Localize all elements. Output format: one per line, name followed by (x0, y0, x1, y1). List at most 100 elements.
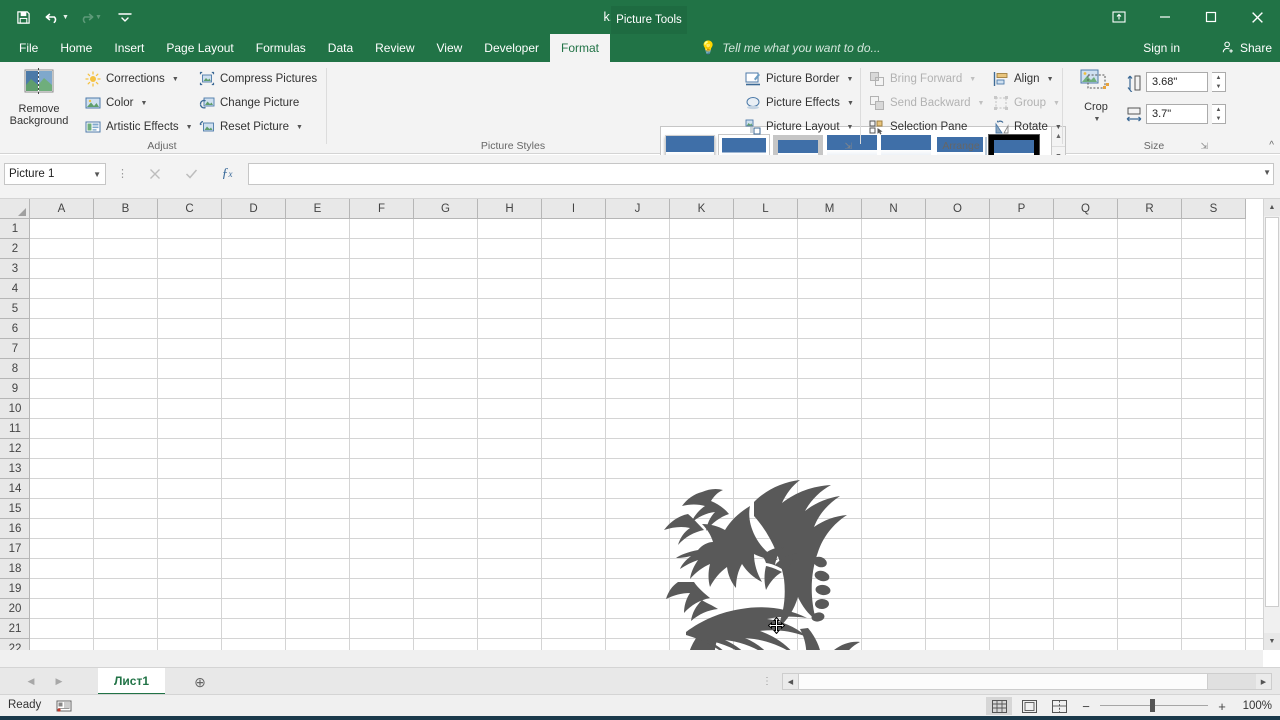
tab-review[interactable]: Review (364, 34, 425, 62)
tab-data[interactable]: Data (317, 34, 364, 62)
row-header-7[interactable]: 7 (0, 339, 30, 359)
maximize-icon[interactable] (1188, 0, 1234, 34)
tab-page-layout[interactable]: Page Layout (155, 34, 244, 62)
row-header-17[interactable]: 17 (0, 539, 30, 559)
shape-width-stepper[interactable]: ▲ ▼ (1212, 104, 1226, 124)
corrections-dropdown-caret-icon[interactable]: ▼ (172, 76, 179, 83)
save-icon[interactable] (8, 3, 38, 31)
shape-height-control[interactable]: 3.68" ▲ ▼ (1126, 72, 1226, 93)
column-header-I[interactable]: I (542, 199, 606, 219)
crop-button[interactable]: Crop ▼ (1072, 68, 1120, 126)
minimize-icon[interactable] (1142, 0, 1188, 34)
column-header-F[interactable]: F (350, 199, 414, 219)
row-header-2[interactable]: 2 (0, 239, 30, 259)
sign-in-button[interactable]: Sign in (1143, 34, 1180, 62)
column-header-D[interactable]: D (222, 199, 286, 219)
column-header-K[interactable]: K (670, 199, 734, 219)
formula-input[interactable] (248, 163, 1274, 185)
row-header-16[interactable]: 16 (0, 519, 30, 539)
expand-formula-bar-icon[interactable]: ▼ (1263, 168, 1271, 177)
shape-width-control[interactable]: 3.7" ▲ ▼ (1126, 104, 1226, 124)
shape-width-input[interactable]: 3.7" (1146, 104, 1208, 124)
sheet-tab-list1[interactable]: Лист1 (98, 668, 166, 695)
column-header-J[interactable]: J (606, 199, 670, 219)
picture-effects-dropdown-caret-icon[interactable]: ▼ (847, 100, 854, 107)
row-header-12[interactable]: 12 (0, 439, 30, 459)
row-header-18[interactable]: 18 (0, 559, 30, 579)
ribbon-display-options-icon[interactable] (1096, 0, 1142, 34)
formula-bar-grip[interactable]: ⋮ (117, 167, 128, 180)
artistic-effects-button[interactable]: Artistic Effects ▼ (82, 116, 196, 138)
horizontal-split-handle[interactable]: ⋮ (762, 676, 772, 687)
scroll-up-button[interactable]: ▲ (1264, 199, 1280, 216)
width-step-down-icon[interactable]: ▼ (1212, 114, 1225, 123)
zoom-slider[interactable] (1100, 697, 1208, 715)
change-picture-button[interactable]: Change Picture (196, 92, 302, 114)
column-header-O[interactable]: O (926, 199, 990, 219)
column-header-S[interactable]: S (1182, 199, 1246, 219)
column-header-G[interactable]: G (414, 199, 478, 219)
rotate-dropdown-caret-icon[interactable]: ▼ (1055, 124, 1062, 131)
column-header-P[interactable]: P (990, 199, 1054, 219)
picture-border-dropdown-caret-icon[interactable]: ▼ (847, 76, 854, 83)
row-header-9[interactable]: 9 (0, 379, 30, 399)
vertical-scroll-thumb[interactable] (1265, 217, 1279, 607)
tab-file[interactable]: File (8, 34, 49, 62)
tab-view[interactable]: View (426, 34, 474, 62)
row-header-11[interactable]: 11 (0, 419, 30, 439)
tab-developer[interactable]: Developer (473, 34, 550, 62)
cells-area[interactable] (30, 219, 1263, 650)
tell-me-search[interactable]: 💡 Tell me what you want to do... (700, 34, 881, 62)
row-header-10[interactable]: 10 (0, 399, 30, 419)
zoom-level-label[interactable]: 100% (1236, 700, 1272, 712)
row-header-15[interactable]: 15 (0, 499, 30, 519)
tab-formulas[interactable]: Formulas (245, 34, 317, 62)
name-box-dropdown-caret-icon[interactable]: ▼ (93, 170, 101, 179)
tab-home[interactable]: Home (49, 34, 103, 62)
picture-effects-button[interactable]: Picture Effects ▼ (742, 92, 857, 114)
horizontal-scrollbar[interactable]: ◀ ▶ (782, 673, 1272, 690)
column-header-B[interactable]: B (94, 199, 158, 219)
scroll-left-icon[interactable]: ◀ (783, 674, 798, 689)
column-header-H[interactable]: H (478, 199, 542, 219)
next-sheet-icon[interactable]: ▶ (48, 672, 70, 691)
shape-height-input[interactable]: 3.68" (1146, 72, 1208, 92)
picture-border-button[interactable]: Picture Border ▼ (742, 68, 856, 90)
crop-dropdown-caret-icon[interactable]: ▼ (1094, 114, 1101, 126)
artistic-effects-dropdown-caret-icon[interactable]: ▼ (186, 124, 193, 131)
reset-picture-dropdown-caret-icon[interactable]: ▼ (296, 124, 303, 131)
width-step-up-icon[interactable]: ▲ (1212, 105, 1225, 114)
zoom-in-button[interactable]: + (1216, 699, 1228, 714)
column-header-A[interactable]: A (30, 199, 94, 219)
shape-height-stepper[interactable]: ▲ ▼ (1212, 72, 1226, 92)
column-header-M[interactable]: M (798, 199, 862, 219)
row-header-6[interactable]: 6 (0, 319, 30, 339)
column-header-E[interactable]: E (286, 199, 350, 219)
tab-format[interactable]: Format (550, 34, 611, 62)
picture-styles-dialog-launcher[interactable]: ⇲ (844, 141, 852, 152)
row-header-5[interactable]: 5 (0, 299, 30, 319)
column-header-C[interactable]: C (158, 199, 222, 219)
select-all-corner[interactable] (0, 199, 30, 219)
close-icon[interactable] (1234, 0, 1280, 34)
size-dialog-launcher[interactable]: ⇲ (1200, 141, 1208, 152)
column-header-R[interactable]: R (1118, 199, 1182, 219)
color-dropdown-caret-icon[interactable]: ▼ (140, 100, 147, 107)
normal-view-icon[interactable] (986, 697, 1012, 715)
column-header-N[interactable]: N (862, 199, 926, 219)
undo-dropdown-caret-icon[interactable]: ▼ (62, 14, 69, 21)
add-sheet-icon[interactable]: ⊕ (190, 672, 210, 692)
column-header-L[interactable]: L (734, 199, 798, 219)
record-macro-icon[interactable] (56, 699, 72, 713)
tab-insert[interactable]: Insert (103, 34, 155, 62)
page-layout-view-icon[interactable] (1016, 697, 1042, 715)
collapse-ribbon-icon[interactable]: ^ (1269, 140, 1274, 151)
align-button[interactable]: Align ▼ (990, 68, 1057, 90)
vertical-scrollbar[interactable]: ▲ ▼ (1263, 199, 1280, 650)
customize-qat-icon[interactable] (110, 3, 140, 31)
scroll-down-button[interactable]: ▼ (1264, 633, 1280, 650)
insert-function-icon[interactable]: ƒx (214, 163, 240, 185)
picture-layout-dropdown-caret-icon[interactable]: ▼ (847, 124, 854, 131)
row-header-21[interactable]: 21 (0, 619, 30, 639)
selection-pane-button[interactable]: Selection Pane (866, 116, 970, 138)
